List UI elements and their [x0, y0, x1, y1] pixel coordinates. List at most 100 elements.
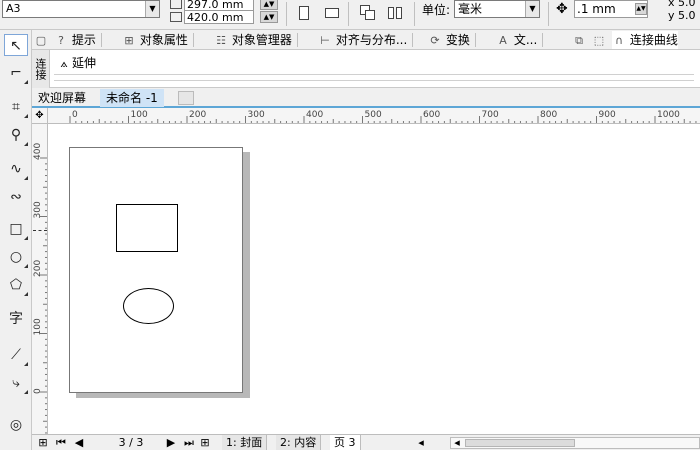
page-tab-2[interactable]: 2: 内容 — [276, 435, 322, 450]
tab-object-properties[interactable]: ⊞ 对象属性 — [122, 31, 194, 49]
tab-hints[interactable]: ? 提示 — [54, 31, 102, 49]
tab-connect-curve[interactable]: ∩ 连接曲线 — [612, 31, 678, 49]
toolbar-separator — [348, 2, 349, 26]
tab-label: 文... — [513, 33, 538, 47]
tab-label: 连接曲线 — [629, 33, 678, 47]
duplicate-y-value: 5.0 — [678, 9, 696, 22]
portrait-button[interactable] — [292, 2, 314, 24]
ruler-tick-label: 0 — [72, 110, 78, 120]
tab-object-manager[interactable]: ☷ 对象管理器 — [214, 31, 298, 49]
connector-icon: ⤷ — [12, 375, 20, 391]
page-size-value: A3 — [6, 2, 21, 15]
ruler-tick-label: 400 — [306, 110, 323, 120]
vertical-ruler-ticks: 400 300 200 100 0 — [33, 143, 47, 434]
all-pages-button[interactable] — [356, 2, 378, 24]
pick-tool[interactable]: ↖ — [4, 34, 28, 56]
horizontal-ruler-ticks: 0 100 200 300 400 500 600 700 800 900 1000 — [69, 110, 697, 123]
freehand-icon: ∿ — [10, 161, 22, 177]
connect-curve-icon: ∩ — [614, 34, 624, 47]
nudge-spinner[interactable]: ▲▼ — [635, 3, 647, 15]
page-tab-1[interactable]: 1: 封面 — [222, 435, 268, 450]
shape-tool[interactable]: ⌐ — [4, 62, 28, 84]
disabled-tool-icon: ◎ — [9, 417, 23, 433]
add-page-before-button[interactable]: ⊞ — [36, 435, 50, 450]
landscape-button[interactable] — [320, 2, 342, 24]
tab-untitled-document[interactable]: 未命名 -1 — [100, 89, 164, 107]
rectangle-object[interactable] — [116, 204, 178, 252]
object-properties-icon: ⊞ — [124, 34, 134, 47]
ruler-tick-label: 900 — [599, 110, 616, 120]
next-page-button[interactable]: ▶ — [164, 435, 178, 450]
text-icon: A — [499, 34, 507, 47]
first-page-button[interactable]: ⏮ — [54, 435, 68, 450]
horizontal-ruler[interactable]: 0 100 200 300 400 500 600 700 800 900 1000 — [48, 108, 700, 124]
tab-close-button[interactable] — [178, 91, 194, 105]
ellipse-icon: ○ — [9, 249, 23, 265]
page-height-input[interactable]: 420.0 mm — [184, 10, 254, 24]
previous-icon: ◀ — [74, 436, 84, 449]
ellipse-tool[interactable]: ○ — [4, 246, 28, 268]
align-distribute-icon: ⊢ — [320, 34, 330, 47]
page-tab-3[interactable]: 页 3 — [330, 435, 361, 450]
tab-text[interactable]: A 文... — [496, 31, 544, 49]
page-height-field[interactable]: 420.0 mm ▲▼ — [170, 10, 278, 24]
page-size-select[interactable]: A3 ▼ — [2, 0, 160, 18]
rectangle-tool[interactable]: □ — [4, 218, 28, 240]
add-page-icon: ⊞ — [200, 436, 210, 449]
polygon-tool[interactable]: ⬠ — [4, 274, 28, 296]
unit-select[interactable]: 毫米 ▼ — [454, 0, 540, 18]
tab-extra-2[interactable]: ⬚ — [592, 31, 606, 49]
docker-tab-strip: ▢ ? 提示 ⊞ 对象属性 ☷ 对象管理器 ⊢ 对齐与分布... ⟳ 变换 A … — [32, 30, 700, 50]
freehand-tool[interactable]: ∿ — [4, 158, 28, 180]
transform-icon: ⟳ — [430, 34, 440, 47]
previous-page-button[interactable]: ◀ — [72, 435, 86, 450]
add-page-icon: ⊞ — [38, 436, 48, 449]
ruler-tick-label: 500 — [365, 110, 382, 120]
document-tabs: 欢迎屏幕 未命名 -1 — [32, 88, 700, 108]
height-icon — [170, 12, 182, 22]
guideline-marker — [33, 230, 47, 231]
chevron-down-icon[interactable]: ▼ — [525, 1, 539, 17]
landscape-icon — [325, 8, 339, 18]
chevron-down-icon[interactable]: ▼ — [145, 1, 159, 17]
hint-icon: ? — [58, 34, 64, 47]
zoom-tool[interactable]: ⚲ — [4, 124, 28, 146]
artistic-media-tool[interactable]: ∾ — [4, 186, 28, 208]
tab-extra-1[interactable]: ⧉ — [572, 31, 586, 49]
crop-icon: ⌗ — [12, 99, 20, 115]
height-spinner[interactable]: ▲▼ — [260, 11, 278, 23]
tab-align-distribute[interactable]: ⊢ 对齐与分布... — [318, 31, 414, 49]
extend-option[interactable]: ⟑ 延伸 — [56, 54, 96, 72]
add-page-after-button[interactable]: ⊞ — [198, 435, 212, 450]
toolbar-separator — [548, 2, 549, 26]
connector-tool[interactable]: ⤷ — [4, 372, 28, 394]
ellipse-object[interactable] — [123, 288, 174, 324]
tab-transform[interactable]: ⟳ 变换 — [428, 31, 476, 49]
next-icon: ▶ — [166, 436, 176, 449]
vertical-ruler[interactable]: 400 300 200 100 0 — [32, 124, 48, 434]
ruler-origin[interactable]: ✥ — [32, 108, 48, 124]
horizontal-scrollbar[interactable]: ◂ — [450, 435, 700, 450]
dimension-tool[interactable]: ⟋ — [4, 344, 28, 366]
tab-welcome-screen[interactable]: 欢迎屏幕 — [32, 89, 92, 107]
current-page-button[interactable] — [384, 2, 406, 24]
ruler-tick-label: 200 — [189, 110, 206, 120]
document-page[interactable] — [69, 147, 243, 393]
chevron-left-icon: ◂ — [418, 436, 424, 449]
ruler-tick-label: 100 — [33, 318, 43, 335]
interactive-tool[interactable]: ◎ — [4, 414, 28, 436]
width-spinner[interactable]: ▲▼ — [260, 0, 278, 10]
text-tool[interactable]: 字 — [4, 308, 28, 330]
scroll-left-icon[interactable]: ◂ — [453, 435, 461, 450]
crop-tool[interactable]: ⌗ — [4, 96, 28, 118]
tabs-scroll-left[interactable]: ◂ — [416, 435, 426, 450]
duplicate-y-field[interactable]: y 5.0 — [668, 10, 696, 22]
duplicate-x-label: x — [668, 0, 675, 9]
scrollbar-thumb[interactable] — [465, 439, 575, 447]
last-page-button[interactable]: ⏭ — [182, 435, 196, 450]
ruler-tick-label: 200 — [33, 260, 43, 277]
nudge-input[interactable]: .1 mm ▲▼ — [574, 0, 648, 18]
ruler-tick-label: 100 — [131, 110, 148, 120]
docker-options-button[interactable]: ▢ — [34, 31, 48, 49]
duplicate-x-field[interactable]: x 5.0 — [668, 0, 696, 9]
